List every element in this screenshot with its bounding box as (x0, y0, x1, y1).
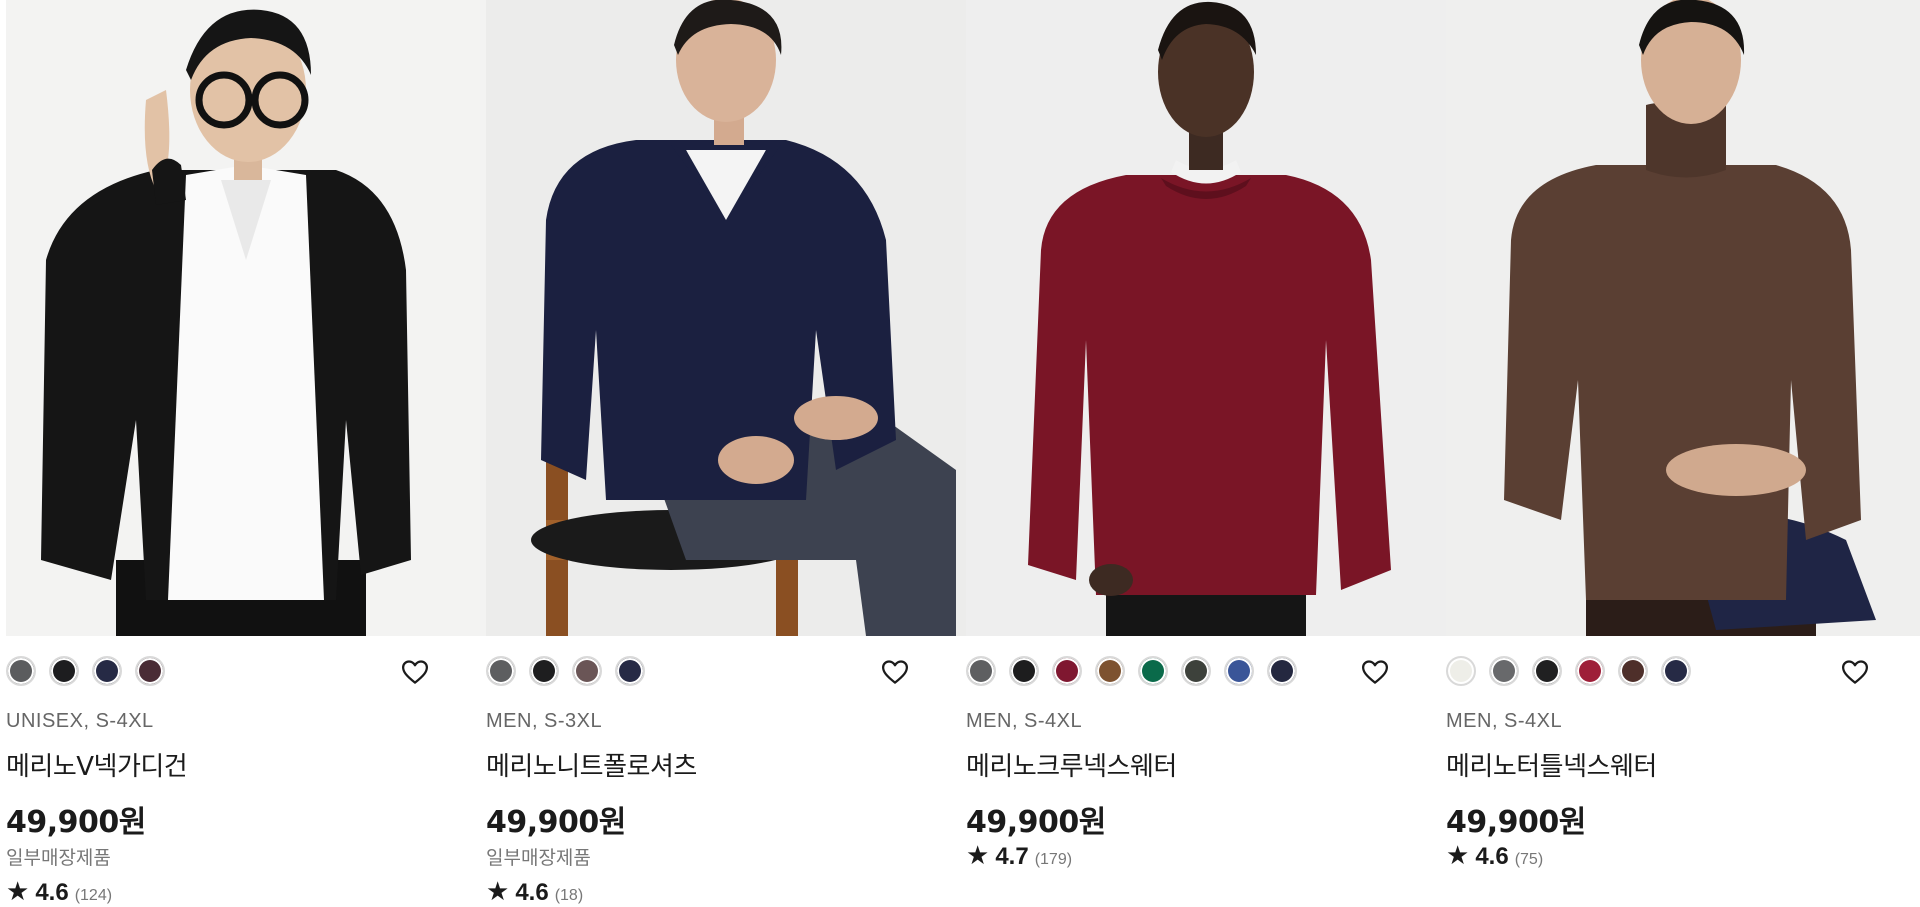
star-icon: ★ (966, 840, 990, 870)
product-name[interactable]: 메리노V넥가디건 (6, 746, 188, 783)
color-swatches (486, 656, 645, 686)
star-icon: ★ (1446, 840, 1470, 870)
review-count: (18) (554, 887, 584, 904)
rating-score: 4.6 (35, 879, 69, 906)
color-swatch[interactable] (1052, 656, 1082, 686)
product-grid: UNISEX, S-4XL 메리노V넥가디건 49,900원 일부매장제품 ★ … (6, 0, 1920, 906)
product-image[interactable] (486, 0, 966, 636)
product-card[interactable]: MEN, S-4XL 메리노크루넥스웨터 49,900원 ★ 4.7 (179) (966, 0, 1446, 892)
product-image[interactable] (1446, 0, 1920, 636)
product-name[interactable]: 메리노니트폴로셔츠 (486, 746, 697, 783)
color-swatch[interactable] (1009, 656, 1039, 686)
product-meta: UNISEX, S-4XL (6, 710, 154, 732)
color-swatch[interactable] (1095, 656, 1125, 686)
rating-score: 4.6 (1475, 843, 1509, 870)
color-swatch[interactable] (1532, 656, 1562, 686)
color-swatch[interactable] (615, 656, 645, 686)
color-swatch[interactable] (1618, 656, 1648, 686)
product-card[interactable]: UNISEX, S-4XL 메리노V넥가디건 49,900원 일부매장제품 ★ … (6, 0, 486, 906)
product-price: 49,900원 (486, 805, 626, 840)
heart-outline-icon[interactable] (880, 657, 910, 687)
color-swatch[interactable] (966, 656, 996, 686)
color-swatch[interactable] (572, 656, 602, 686)
color-swatch[interactable] (486, 656, 516, 686)
product-meta: MEN, S-4XL (966, 710, 1083, 732)
product-card[interactable]: MEN, S-4XL 메리노터틀넥스웨터 49,900원 ★ 4.6 (75) (1446, 0, 1920, 892)
review-count: (179) (1034, 851, 1073, 868)
color-swatch[interactable] (92, 656, 122, 686)
review-count: (124) (74, 887, 113, 904)
color-swatch[interactable] (1575, 656, 1605, 686)
product-name[interactable]: 메리노크루넥스웨터 (966, 746, 1177, 783)
rating-score: 4.6 (515, 879, 549, 906)
color-swatch[interactable] (135, 656, 165, 686)
color-swatches (966, 656, 1297, 686)
product-rating: ★ 4.6 (75) (1446, 840, 1543, 871)
color-swatch[interactable] (1181, 656, 1211, 686)
product-rating: ★ 4.7 (179) (966, 840, 1072, 871)
review-count: (75) (1514, 851, 1544, 868)
color-swatch[interactable] (1446, 656, 1476, 686)
product-card[interactable]: MEN, S-3XL 메리노니트폴로셔츠 49,900원 일부매장제품 ★ 4.… (486, 0, 966, 906)
color-swatch[interactable] (529, 656, 559, 686)
product-meta: MEN, S-4XL (1446, 710, 1563, 732)
store-availability-note: 일부매장제품 (486, 847, 591, 869)
color-swatch[interactable] (49, 656, 79, 686)
color-swatch[interactable] (1224, 656, 1254, 686)
color-swatches (1446, 656, 1691, 686)
product-price: 49,900원 (966, 805, 1106, 840)
product-image[interactable] (966, 0, 1446, 636)
product-meta: MEN, S-3XL (486, 710, 603, 732)
product-price: 49,900원 (1446, 805, 1586, 840)
color-swatches (6, 656, 165, 686)
store-availability-note: 일부매장제품 (6, 847, 111, 869)
color-swatch[interactable] (1661, 656, 1691, 686)
heart-outline-icon[interactable] (1840, 657, 1870, 687)
rating-score: 4.7 (995, 843, 1029, 870)
heart-outline-icon[interactable] (400, 657, 430, 687)
color-swatch[interactable] (6, 656, 36, 686)
product-name[interactable]: 메리노터틀넥스웨터 (1446, 746, 1657, 783)
product-image[interactable] (6, 0, 486, 636)
color-swatch[interactable] (1138, 656, 1168, 686)
heart-outline-icon[interactable] (1360, 657, 1390, 687)
color-swatch[interactable] (1267, 656, 1297, 686)
color-swatch[interactable] (1489, 656, 1519, 686)
product-price: 49,900원 (6, 805, 146, 840)
